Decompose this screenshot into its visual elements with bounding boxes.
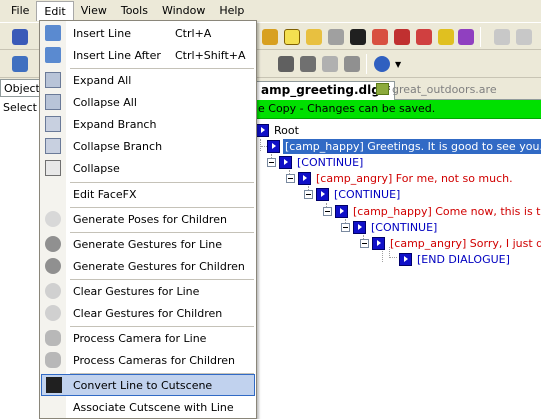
collapse-toggle-icon[interactable] <box>360 238 369 248</box>
collapse-all-icon <box>45 94 61 110</box>
object-panel: Select a <box>0 97 47 419</box>
wand-icon[interactable] <box>306 29 322 45</box>
pencil-icon[interactable] <box>372 29 388 45</box>
collapse-toggle-icon[interactable] <box>286 173 295 183</box>
tab-great-outdoors[interactable]: great_outdoors.are <box>372 81 501 100</box>
tool-icon[interactable] <box>328 29 344 45</box>
tree-node[interactable]: [camp_happy] Greetings. It is good to se… <box>267 138 541 154</box>
collapse-branch-icon <box>45 138 61 154</box>
area-file-icon <box>376 83 389 95</box>
menu-bar: File Edit View Tools Window Help <box>0 0 541 22</box>
tab-inactive-label: great_outdoors.are <box>392 83 497 96</box>
status-message: e Copy - Changes can be saved. <box>256 100 541 119</box>
menu-expand-all[interactable]: Expand All <box>41 69 255 91</box>
arrow-down-icon[interactable] <box>438 29 454 45</box>
menu-edit[interactable]: Edit <box>36 1 74 21</box>
forward-arrow-icon[interactable] <box>516 29 532 45</box>
gear-icon[interactable] <box>300 56 316 72</box>
menu-window[interactable]: Window <box>155 1 212 21</box>
gesture-gear-icon <box>45 258 61 274</box>
insert-line-after-icon <box>45 47 61 63</box>
menu-edit-facefx[interactable]: Edit FaceFX <box>41 183 255 205</box>
tree-node[interactable]: [camp_angry] For me, not so much. <box>286 170 515 186</box>
node-icon <box>279 155 292 169</box>
clear-gesture-icon <box>45 283 61 299</box>
clapperboard-icon[interactable] <box>350 29 366 45</box>
node-icon <box>353 220 366 234</box>
gesture-gear-icon <box>45 236 61 252</box>
gesture-icon[interactable] <box>322 56 338 72</box>
menu-process-cameras-children[interactable]: Process Cameras for Children <box>41 349 255 371</box>
expand-branch-icon <box>45 116 61 132</box>
figure-icon[interactable] <box>278 56 294 72</box>
tree-node[interactable]: [CONTINUE] <box>267 154 365 170</box>
lock-icon[interactable] <box>262 29 278 45</box>
menu-expand-branch[interactable]: Expand Branch <box>41 113 255 135</box>
clear-gesture-icon <box>45 305 61 321</box>
camera-icon[interactable] <box>344 56 360 72</box>
node-icon <box>399 252 412 266</box>
tree-node[interactable]: [CONTINUE] <box>341 219 439 235</box>
book-icon[interactable] <box>394 29 410 45</box>
tree-root[interactable]: Root <box>256 122 301 138</box>
object-tab[interactable]: Object <box>0 79 40 97</box>
collapse-toggle-icon[interactable] <box>323 206 332 216</box>
menu-process-camera-line[interactable]: Process Camera for Line <box>41 327 255 349</box>
pose-figure-icon <box>45 211 61 227</box>
tree-node[interactable]: [camp_angry] Sorry, I just do <box>360 235 541 251</box>
menu-clear-gestures-line[interactable]: Clear Gestures for Line <box>41 280 255 302</box>
camera-people-icon <box>45 352 61 368</box>
menu-generate-gestures-line[interactable]: Generate Gestures for Line <box>41 233 255 255</box>
tab-active-label: amp_greeting.dlg * <box>261 83 391 97</box>
camera-people-icon <box>45 330 61 346</box>
clapperboard-icon <box>46 377 62 393</box>
menu-generate-gestures-children[interactable]: Generate Gestures for Children <box>41 255 255 277</box>
number-one-icon[interactable] <box>284 29 300 45</box>
node-icon <box>267 139 280 153</box>
menu-clear-gestures-children[interactable]: Clear Gestures for Children <box>41 302 255 324</box>
menu-help[interactable]: Help <box>212 1 251 21</box>
tree-node[interactable]: [camp_happy] Come now, this is the l <box>323 203 541 219</box>
menu-tools[interactable]: Tools <box>114 1 155 21</box>
back-arrow-icon[interactable] <box>494 29 510 45</box>
insert-line-icon <box>45 25 61 41</box>
menu-file[interactable]: File <box>4 1 36 21</box>
menu-view[interactable]: View <box>74 1 114 21</box>
node-icon <box>372 236 385 250</box>
insert-icon[interactable] <box>12 56 28 72</box>
menu-collapse-branch[interactable]: Collapse Branch <box>41 135 255 157</box>
dropdown-arrow-icon[interactable]: ▼ <box>395 60 401 69</box>
node-icon <box>298 171 311 185</box>
eye-icon[interactable] <box>374 56 390 72</box>
collapse-icon <box>45 160 61 176</box>
menu-insert-line[interactable]: Insert Line Ctrl+A <box>41 22 255 44</box>
tree-node[interactable]: [CONTINUE] <box>304 186 402 202</box>
expand-all-icon <box>45 72 61 88</box>
document-tabs: amp_greeting.dlg * great_outdoors.are <box>256 79 541 100</box>
plugin-icon[interactable] <box>458 29 474 45</box>
node-icon <box>335 204 348 218</box>
edit-menu: Insert Line Ctrl+A Insert Line After Ctr… <box>39 20 257 419</box>
menu-collapse[interactable]: Collapse <box>41 157 255 179</box>
menu-generate-poses-children[interactable]: Generate Poses for Children <box>41 208 255 230</box>
dialogue-tree: Root [camp_happy] Greetings. It is good … <box>256 119 541 419</box>
menu-insert-line-after[interactable]: Insert Line After Ctrl+Shift+A <box>41 44 255 66</box>
tree-node[interactable]: [END DIALOGUE] <box>399 251 512 267</box>
menu-collapse-all[interactable]: Collapse All <box>41 91 255 113</box>
menu-convert-line-to-cutscene[interactable]: Convert Line to Cutscene <box>41 374 255 396</box>
save-icon[interactable] <box>12 29 28 45</box>
collapse-toggle-icon[interactable] <box>304 189 313 199</box>
root-node-icon <box>256 123 269 137</box>
menu-associate-cutscene-line[interactable]: Associate Cutscene with Line <box>41 396 255 418</box>
marker-icon[interactable] <box>416 29 432 45</box>
collapse-toggle-icon[interactable] <box>267 157 276 167</box>
node-icon <box>316 187 329 201</box>
collapse-toggle-icon[interactable] <box>341 222 350 232</box>
